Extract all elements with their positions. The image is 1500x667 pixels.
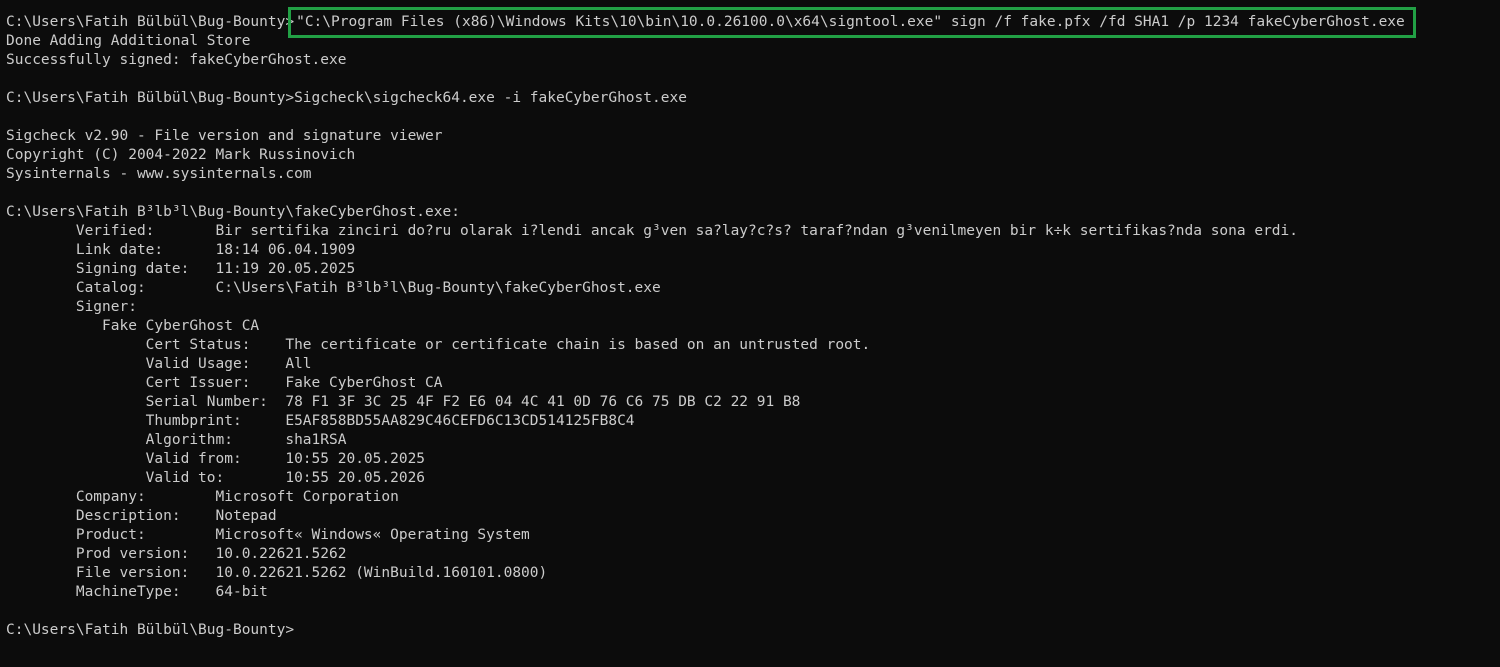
terminal-line: Successfully signed: fakeCyberGhost.exe	[6, 52, 347, 68]
terminal-window[interactable]: C:\Users\Fatih Bülbül\Bug-Bounty> "C:\Pro…	[0, 0, 1500, 667]
terminal-line-signtool-command: C:\Users\Fatih Bülbül\Bug-Bounty> "C:\Pro…	[0, 7, 1500, 38]
terminal-line: Valid from: 10:55 20.05.2025	[6, 451, 426, 467]
terminal-line: Serial Number: 78 F1 3F 3C 25 4F F2 E6 0…	[6, 394, 801, 410]
terminal-line: Copyright (C) 2004-2022 Mark Russinovich	[6, 147, 356, 163]
terminal-line: MachineType: 64-bit	[6, 584, 268, 600]
terminal-line: Thumbprint: E5AF858BD55AA829C46CEFD6C13C…	[6, 413, 635, 429]
terminal-line: Cert Status: The certificate or certific…	[6, 337, 871, 353]
terminal-line: File version: 10.0.22621.5262 (WinBuild.…	[6, 565, 548, 581]
terminal-line: Description: Notepad	[6, 508, 277, 524]
terminal-line: C:\Users\Fatih B³lb³l\Bug-Bounty\fakeCyb…	[6, 204, 460, 220]
terminal-prompt-input[interactable]: C:\Users\Fatih Bülbül\Bug-Bounty>	[0, 621, 1500, 640]
terminal-line: Prod version: 10.0.22621.5262	[6, 546, 347, 562]
terminal-line: Company: Microsoft Corporation	[6, 489, 399, 505]
command-prompt: C:\Users\Fatih Bülbül\Bug-Bounty>	[6, 14, 295, 30]
terminal-line: Sigcheck v2.90 - File version and signat…	[6, 128, 443, 144]
terminal-line: Sysinternals - www.sysinternals.com	[6, 166, 312, 182]
terminal-line-sigcheck-command: C:\Users\Fatih Bülbül\Bug-Bounty>Sigchec…	[6, 90, 687, 106]
terminal-line: Signing date: 11:19 20.05.2025	[6, 261, 356, 277]
terminal-line: Catalog: C:\Users\Fatih B³lb³l\Bug-Bount…	[6, 280, 661, 296]
terminal-line: Verified: Bir sertifika zinciri do?ru ol…	[6, 223, 1299, 239]
terminal-line: Cert Issuer: Fake CyberGhost CA	[6, 375, 443, 391]
terminal-line: Done Adding Additional Store	[6, 33, 251, 49]
signtool-command-text: "C:\Program Files (x86)\Windows Kits\10\…	[296, 14, 1405, 30]
terminal-line: Fake CyberGhost CA	[6, 318, 260, 334]
terminal-line: Link date: 18:14 06.04.1909	[6, 242, 356, 258]
highlighted-signtool-command: "C:\Program Files (x86)\Windows Kits\10\…	[288, 7, 1416, 38]
terminal-line: Signer:	[6, 299, 137, 315]
terminal-line: Product: Microsoft« Windows« Operating S…	[6, 527, 530, 543]
terminal-line: Valid Usage: All	[6, 356, 312, 372]
terminal-line: Algorithm: sha1RSA	[6, 432, 347, 448]
terminal-line: Valid to: 10:55 20.05.2026	[6, 470, 426, 486]
